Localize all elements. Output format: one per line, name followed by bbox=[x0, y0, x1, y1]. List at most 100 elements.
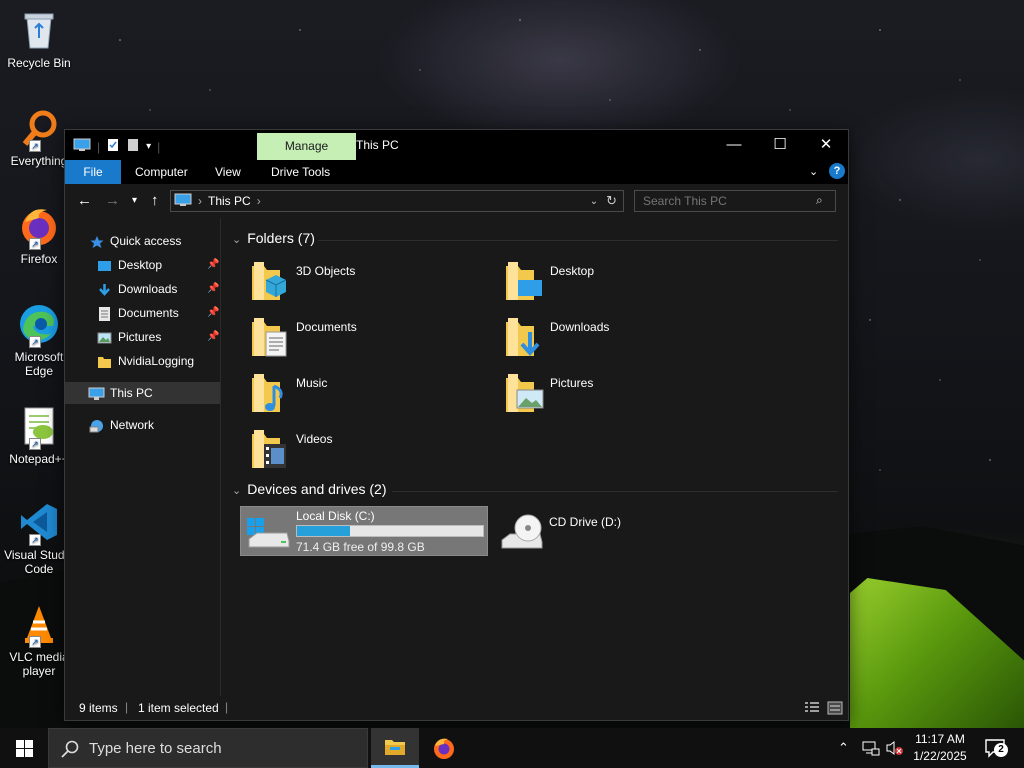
folder-icon bbox=[97, 354, 112, 368]
drive-name: Local Disk (C:) bbox=[296, 509, 375, 523]
folders-header-label: Folders (7) bbox=[247, 230, 315, 246]
taskbar-firefox[interactable] bbox=[420, 728, 468, 768]
nav-item-label: Pictures bbox=[118, 330, 162, 344]
folder-pictures[interactable]: Pictures bbox=[504, 372, 754, 422]
breadcrumb-this-pc[interactable]: This PC bbox=[208, 194, 251, 208]
customize-toolbar-icon[interactable]: ▾ bbox=[146, 141, 151, 152]
nav-item-nvidialogging[interactable]: NvidiaLogging bbox=[65, 350, 220, 372]
breadcrumb-separator-icon[interactable]: › bbox=[257, 194, 261, 208]
refresh-icon[interactable]: ↻ bbox=[606, 193, 617, 209]
drives-group-header[interactable]: ⌄ Devices and drives (2) bbox=[232, 481, 387, 497]
disk-usage-fill bbox=[297, 526, 350, 536]
details-view-icon[interactable] bbox=[804, 701, 820, 718]
clock[interactable]: 11:17 AM 1/22/2025 bbox=[910, 728, 970, 768]
collapse-chevron-icon[interactable]: ⌄ bbox=[232, 485, 241, 497]
nav-item-downloads[interactable]: Downloads 📌 bbox=[65, 278, 220, 300]
collapse-chevron-icon[interactable]: ⌄ bbox=[232, 234, 241, 246]
navigation-bar: ← → ▾ ↑ › This PC › ⌄ ↻ ⌕ bbox=[65, 184, 848, 218]
this-pc-icon bbox=[88, 386, 105, 400]
up-arrow-icon[interactable]: ↑ bbox=[151, 192, 159, 209]
tab-computer[interactable]: Computer bbox=[135, 160, 188, 184]
nav-item-pictures[interactable]: Pictures 📌 bbox=[65, 326, 220, 348]
nav-item-label: Network bbox=[110, 418, 155, 432]
pin-icon[interactable]: 📌 bbox=[207, 278, 219, 300]
manage-tab[interactable]: Manage bbox=[257, 133, 356, 160]
everything-icon: ↗ bbox=[17, 106, 61, 152]
star-icon bbox=[90, 234, 105, 248]
group-divider bbox=[318, 240, 838, 241]
windows-logo-icon bbox=[16, 740, 33, 757]
folder-name: Music bbox=[296, 376, 328, 390]
close-button[interactable]: ✕ bbox=[803, 130, 849, 160]
breadcrumb-separator-icon: › bbox=[198, 194, 202, 208]
drive-name: CD Drive (D:) bbox=[549, 515, 621, 529]
pin-icon[interactable]: 📌 bbox=[207, 302, 219, 324]
status-separator: | bbox=[125, 700, 129, 714]
pin-icon[interactable]: 📌 bbox=[207, 254, 219, 276]
folder-name: Downloads bbox=[550, 320, 610, 334]
notification-center-button[interactable]: 2 bbox=[980, 728, 1012, 768]
nav-item-quick-access[interactable]: Quick access bbox=[65, 230, 220, 252]
back-arrow-icon[interactable]: ← bbox=[77, 192, 92, 209]
folder-documents[interactable]: Documents bbox=[250, 316, 500, 366]
new-folder-icon[interactable] bbox=[126, 138, 140, 155]
show-hidden-icons-chevron[interactable]: ⌃ bbox=[838, 728, 849, 768]
nav-item-label: Desktop bbox=[118, 258, 163, 272]
drive-local-disk-c[interactable]: Local Disk (C:) 71.4 GB free of 99.8 GB bbox=[240, 506, 488, 556]
window-title: This PC bbox=[356, 138, 399, 152]
nav-item-documents[interactable]: Documents 📌 bbox=[65, 302, 220, 324]
edge-icon: ↗ bbox=[17, 302, 61, 348]
nav-item-label: This PC bbox=[110, 386, 153, 400]
ribbon-tabs: File Computer View Drive Tools ⌄ ? bbox=[65, 160, 848, 184]
folder-desktop[interactable]: Desktop bbox=[504, 260, 754, 310]
start-button[interactable] bbox=[0, 728, 48, 768]
notification-badge: 2 bbox=[994, 743, 1008, 757]
status-bar: 9 items | 1 item selected | bbox=[65, 696, 848, 720]
folder-videos[interactable]: Videos bbox=[250, 428, 500, 478]
address-bar[interactable]: › This PC › ⌄ ↻ bbox=[170, 190, 624, 212]
title-bar[interactable]: | ▾ | Manage This PC — ☐ ✕ bbox=[65, 130, 848, 160]
properties-icon[interactable] bbox=[106, 138, 120, 155]
help-icon[interactable]: ? bbox=[829, 163, 845, 179]
tab-drive-tools[interactable]: Drive Tools bbox=[271, 160, 330, 184]
forward-arrow-icon[interactable]: → bbox=[105, 192, 120, 209]
tiles-view-icon[interactable] bbox=[827, 701, 843, 718]
taskbar-file-explorer[interactable] bbox=[371, 728, 419, 768]
recent-locations-chevron-icon[interactable]: ▾ bbox=[132, 195, 137, 206]
address-dropdown-icon[interactable]: ⌄ bbox=[590, 196, 598, 207]
minimize-button[interactable]: — bbox=[711, 130, 757, 160]
clock-time: 11:17 AM bbox=[915, 732, 965, 746]
tab-file[interactable]: File bbox=[65, 160, 121, 184]
folder-name: 3D Objects bbox=[296, 264, 356, 278]
search-icon[interactable]: ⌕ bbox=[816, 193, 823, 208]
tab-view[interactable]: View bbox=[215, 160, 241, 184]
desktop-icon-recycle-bin[interactable]: Recycle Bin bbox=[2, 8, 76, 70]
desktop-icon-label: Recycle Bin bbox=[7, 56, 71, 70]
pin-icon[interactable]: 📌 bbox=[207, 326, 219, 348]
folder-documents-icon bbox=[252, 318, 287, 357]
content-pane: ⌄ Folders (7) 3D Objects Desktop Document… bbox=[222, 218, 848, 696]
volume-muted-icon[interactable] bbox=[886, 740, 904, 756]
folder-name: Pictures bbox=[550, 376, 594, 390]
file-explorer-icon bbox=[385, 740, 405, 755]
search-input[interactable] bbox=[634, 190, 836, 212]
nav-item-desktop[interactable]: Desktop 📌 bbox=[65, 254, 220, 276]
folder-3d-objects[interactable]: 3D Objects bbox=[250, 260, 500, 310]
folders-group-header[interactable]: ⌄ Folders (7) bbox=[232, 230, 315, 246]
vscode-icon: ↗ bbox=[17, 500, 61, 546]
file-explorer-window[interactable]: | ▾ | Manage This PC — ☐ ✕ File Computer… bbox=[64, 129, 849, 721]
firefox-icon: ↗ bbox=[17, 204, 61, 250]
folder-name: Desktop bbox=[550, 264, 595, 278]
expand-ribbon-chevron-icon[interactable]: ⌄ bbox=[809, 160, 818, 184]
clock-date: 1/22/2025 bbox=[913, 749, 967, 763]
folder-downloads[interactable]: Downloads bbox=[504, 316, 754, 366]
this-pc-icon bbox=[174, 193, 192, 210]
folder-music[interactable]: Music bbox=[250, 372, 500, 422]
drive-cd-d[interactable]: CD Drive (D:) bbox=[494, 506, 744, 556]
nav-item-network[interactable]: Network bbox=[65, 414, 220, 436]
taskbar-search-box[interactable]: Type here to search bbox=[48, 728, 368, 768]
maximize-button[interactable]: ☐ bbox=[757, 130, 803, 160]
nav-item-this-pc[interactable]: This PC bbox=[65, 382, 220, 404]
drives-header-label: Devices and drives (2) bbox=[247, 481, 387, 497]
network-tray-icon[interactable] bbox=[862, 740, 880, 756]
